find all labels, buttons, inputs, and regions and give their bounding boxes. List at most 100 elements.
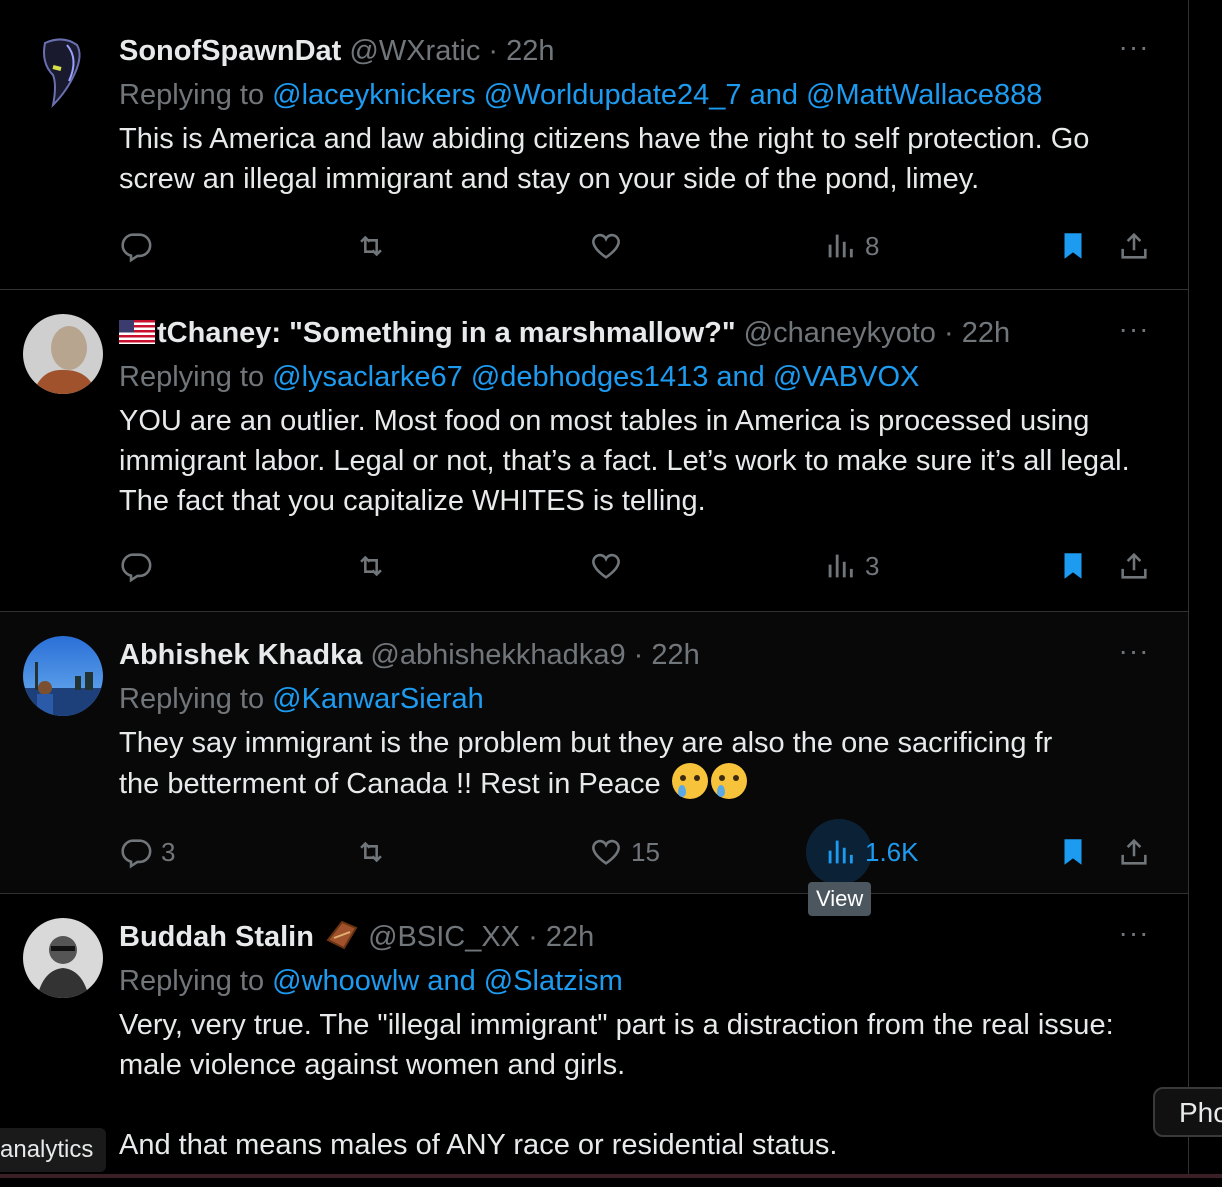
crying-face-emoji-icon bbox=[671, 763, 708, 799]
tweet-header: Abhishek Khadka @abhishekkhadka9 · 22h bbox=[119, 635, 700, 675]
repost-icon bbox=[360, 235, 382, 257]
crying-face-emoji-icon bbox=[710, 763, 747, 799]
like-count: 15 bbox=[631, 836, 660, 867]
reply-icon bbox=[121, 233, 152, 263]
reply-button[interactable] bbox=[119, 546, 153, 586]
avatar[interactable] bbox=[23, 918, 103, 998]
action-bar: 3 bbox=[119, 546, 1154, 586]
share-icon bbox=[1121, 838, 1147, 865]
avatar[interactable] bbox=[23, 33, 103, 113]
like-button[interactable] bbox=[589, 226, 623, 266]
views-button[interactable]: 8 bbox=[823, 226, 879, 266]
tweet-header: Buddah Stalin @BSIC_XX · 22h bbox=[119, 917, 594, 957]
bookmark-button[interactable] bbox=[1056, 226, 1090, 266]
avatar[interactable] bbox=[23, 636, 103, 716]
views-icon bbox=[828, 234, 853, 258]
like-button[interactable] bbox=[589, 546, 623, 586]
display-name[interactable]: Abhishek Khadka bbox=[119, 639, 362, 671]
user-handle[interactable]: @BSIC_XX bbox=[368, 921, 520, 953]
user-handle[interactable]: @chaneykyoto bbox=[744, 317, 936, 349]
replying-to: Replying to @KanwarSierah bbox=[119, 679, 484, 719]
photo-tooltip: Pho bbox=[1153, 1087, 1222, 1137]
display-name[interactable]: tChaney: "Something in a marshmallow?" bbox=[157, 317, 736, 349]
tweet-text-paragraph: And that means males of ANY race or resi… bbox=[119, 1129, 838, 1161]
tweet-text: YOU are an outlier. Most food on most ta… bbox=[119, 401, 1154, 521]
repost-button[interactable] bbox=[354, 832, 388, 872]
more-options-button[interactable]: ··· bbox=[1114, 635, 1154, 675]
more-options-button[interactable]: ··· bbox=[1114, 31, 1154, 71]
repost-button[interactable] bbox=[354, 226, 388, 266]
reply-icon bbox=[121, 553, 152, 583]
tweet-text: They say immigrant is the problem but th… bbox=[119, 723, 1154, 804]
tweet-text: This is America and law abiding citizens… bbox=[119, 119, 1154, 199]
repost-icon bbox=[360, 555, 382, 577]
timestamp[interactable]: 22h bbox=[506, 35, 554, 67]
timestamp[interactable]: 22h bbox=[962, 317, 1010, 349]
bookmark-icon bbox=[1064, 233, 1082, 259]
timestamp[interactable]: 22h bbox=[546, 921, 594, 953]
tweet[interactable]: Buddah Stalin @BSIC_XX · 22h ··· Replyin… bbox=[0, 894, 1188, 1178]
window-bottom-edge bbox=[0, 1174, 1222, 1178]
repost-button[interactable] bbox=[354, 546, 388, 586]
share-button[interactable] bbox=[1117, 226, 1151, 266]
reply-button[interactable]: 3 bbox=[119, 832, 175, 872]
repost-icon bbox=[360, 841, 382, 863]
avatar[interactable] bbox=[23, 314, 103, 394]
heart-icon bbox=[592, 233, 620, 259]
tweet-text-line: the betterment of Canada !! Rest in Peac… bbox=[119, 768, 661, 800]
more-options-button[interactable]: ··· bbox=[1114, 313, 1154, 353]
tweet-text-body: This is America and law abiding citizens… bbox=[119, 123, 1090, 195]
display-name[interactable]: SonofSpawnDat bbox=[119, 35, 341, 67]
replying-to-label: Replying to bbox=[119, 683, 265, 715]
user-handle[interactable]: @abhishekkhadka9 bbox=[370, 639, 625, 671]
avatar-image bbox=[23, 918, 103, 998]
avatar-image bbox=[23, 636, 103, 716]
separator: · bbox=[633, 639, 644, 671]
avatar-image bbox=[23, 33, 103, 113]
heart-icon bbox=[592, 839, 620, 865]
replying-to-links[interactable]: @KanwarSierah bbox=[272, 683, 484, 715]
analytics-tooltip: analytics bbox=[0, 1128, 106, 1172]
tweet-text-body: YOU are an outlier. Most food on most ta… bbox=[119, 405, 1130, 517]
bookmark-icon bbox=[1064, 839, 1082, 865]
reply-count: 3 bbox=[161, 836, 176, 867]
user-handle[interactable]: @WXratic bbox=[349, 35, 480, 67]
share-button[interactable] bbox=[1117, 546, 1151, 586]
separator: · bbox=[528, 921, 538, 953]
replying-to-label: Replying to bbox=[119, 361, 265, 393]
tweet-text-line-with-emoji: the betterment of Canada !! Rest in Peac… bbox=[119, 763, 1154, 804]
tweet[interactable]: tChaney: "Something in a marshmallow?" @… bbox=[0, 290, 1188, 612]
bookmark-button[interactable] bbox=[1056, 546, 1090, 586]
replying-to-label: Replying to bbox=[119, 965, 265, 997]
bookmark-button[interactable] bbox=[1056, 832, 1090, 872]
separator: · bbox=[944, 317, 954, 349]
views-button[interactable]: 1.6K bbox=[823, 832, 919, 872]
reply-icon bbox=[121, 839, 152, 869]
replying-to: Replying to @lysaclarke67 @debhodges1413… bbox=[119, 357, 919, 397]
share-icon bbox=[1121, 552, 1147, 579]
bookmark-icon bbox=[1064, 553, 1082, 579]
replying-to-links[interactable]: @whoowlw and @Slatzism bbox=[272, 965, 623, 997]
us-flag-icon bbox=[119, 320, 155, 344]
replying-to-links[interactable]: @laceyknickers @Worldupdate24_7 and @Mat… bbox=[272, 79, 1042, 111]
separator: · bbox=[488, 35, 499, 67]
tweet-header: tChaney: "Something in a marshmallow?" @… bbox=[119, 313, 1010, 353]
replying-to: Replying to @whoowlw and @Slatzism bbox=[119, 961, 623, 1001]
tweet[interactable]: Abhishek Khadka @abhishekkhadka9 · 22h ·… bbox=[0, 612, 1188, 916]
like-button[interactable]: 15 bbox=[589, 832, 660, 872]
views-button[interactable]: 3 bbox=[823, 546, 879, 586]
views-count: 8 bbox=[865, 230, 880, 261]
more-options-button[interactable]: ··· bbox=[1114, 917, 1154, 957]
reply-button[interactable] bbox=[119, 226, 153, 266]
action-bar: 3 15 1.6K View bbox=[119, 819, 1154, 916]
views-count: 1.6K bbox=[865, 836, 919, 867]
action-bar: 8 bbox=[119, 226, 1154, 266]
share-button[interactable] bbox=[1117, 832, 1151, 872]
tweet-text-paragraph: Very, very true. The "illegal immigrant"… bbox=[119, 1009, 1114, 1081]
tweet[interactable]: SonofSpawnDat @WXratic · 22h ··· Replyin… bbox=[0, 0, 1188, 290]
replying-to-links[interactable]: @lysaclarke67 @debhodges1413 and @VABVOX bbox=[272, 361, 919, 393]
views-icon bbox=[828, 840, 853, 864]
timestamp[interactable]: 22h bbox=[651, 639, 699, 671]
display-name[interactable]: Buddah Stalin bbox=[119, 921, 314, 953]
coffin-emoji-icon bbox=[326, 920, 358, 950]
